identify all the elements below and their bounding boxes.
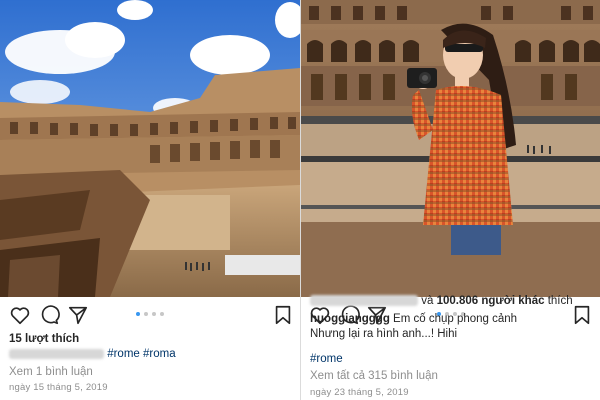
left-post-date: ngày 15 tháng 5, 2019 [9, 382, 108, 393]
liked-by-and: và [421, 295, 434, 307]
left-post-photo[interactable] [0, 0, 300, 297]
caption-text-1: Em cố chụp phong cảnh [393, 313, 518, 325]
left-hashtags[interactable]: #rome #roma [107, 348, 175, 360]
left-caption: #rome #roma [9, 347, 294, 361]
redacted-username[interactable] [9, 348, 104, 359]
liked-by-others[interactable]: 100.806 người khác [437, 295, 545, 307]
left-view-comments[interactable]: Xem 1 bình luận [9, 365, 294, 379]
redacted-liker[interactable] [310, 295, 418, 307]
colosseum-interior-image [0, 0, 300, 297]
right-post: và 100.806 người khác thích huoggiangggg… [301, 0, 600, 400]
left-post: 15 lượt thích #rome #roma Xem 1 bình luậ… [0, 0, 300, 400]
right-post-photo[interactable] [301, 0, 600, 297]
left-likes-count[interactable]: 15 lượt thích [9, 332, 294, 346]
left-carousel-dots [0, 312, 300, 318]
right-view-comments[interactable]: Xem tất cả 315 bình luận [310, 369, 594, 383]
woman-in-colosseum-image [301, 0, 600, 297]
right-hashtag[interactable]: #rome [310, 352, 594, 366]
right-caption-line2: Nhưng lại ra hình anh...! Hihi [310, 328, 458, 340]
username[interactable]: huoggiangggg [310, 313, 390, 325]
liked-by-suffix: thích [547, 295, 573, 307]
right-caption-line1: huoggiangggg Em cố chụp phong cảnh [310, 312, 594, 326]
right-liked-by: và 100.806 người khác thích [310, 294, 594, 308]
right-post-date: ngày 23 tháng 5, 2019 [310, 387, 409, 398]
